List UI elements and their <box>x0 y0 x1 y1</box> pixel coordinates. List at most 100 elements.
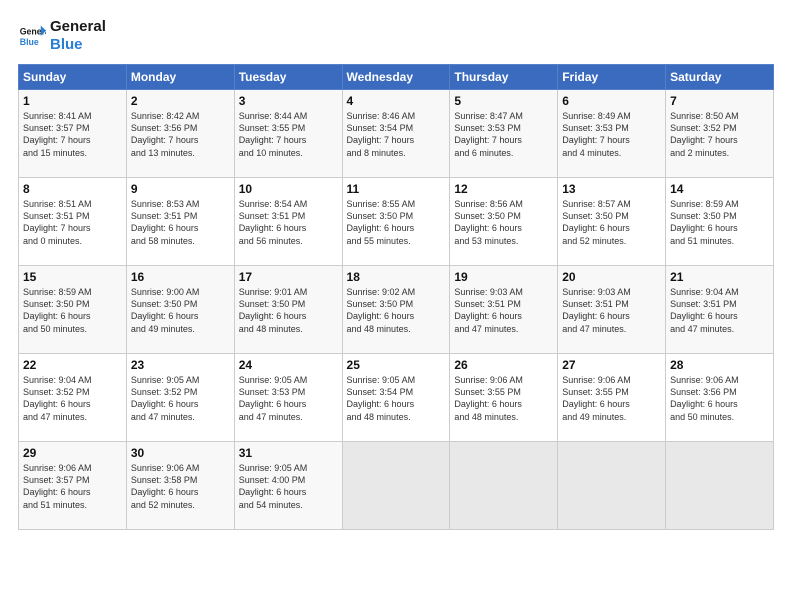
day-info: Sunrise: 8:50 AM Sunset: 3:52 PM Dayligh… <box>670 110 769 159</box>
calendar-cell: 16Sunrise: 9:00 AM Sunset: 3:50 PM Dayli… <box>126 266 234 354</box>
day-info: Sunrise: 9:05 AM Sunset: 4:00 PM Dayligh… <box>239 462 338 511</box>
day-info: Sunrise: 9:05 AM Sunset: 3:54 PM Dayligh… <box>347 374 446 423</box>
day-number: 11 <box>347 181 446 197</box>
calendar-cell: 19Sunrise: 9:03 AM Sunset: 3:51 PM Dayli… <box>450 266 558 354</box>
day-number: 7 <box>670 93 769 109</box>
day-info: Sunrise: 8:59 AM Sunset: 3:50 PM Dayligh… <box>23 286 122 335</box>
day-number: 10 <box>239 181 338 197</box>
day-info: Sunrise: 9:03 AM Sunset: 3:51 PM Dayligh… <box>454 286 553 335</box>
day-info: Sunrise: 8:47 AM Sunset: 3:53 PM Dayligh… <box>454 110 553 159</box>
day-info: Sunrise: 9:00 AM Sunset: 3:50 PM Dayligh… <box>131 286 230 335</box>
day-number: 12 <box>454 181 553 197</box>
day-info: Sunrise: 8:55 AM Sunset: 3:50 PM Dayligh… <box>347 198 446 247</box>
day-number: 20 <box>562 269 661 285</box>
day-number: 22 <box>23 357 122 373</box>
calendar-cell: 13Sunrise: 8:57 AM Sunset: 3:50 PM Dayli… <box>558 178 666 266</box>
calendar-cell: 24Sunrise: 9:05 AM Sunset: 3:53 PM Dayli… <box>234 354 342 442</box>
day-info: Sunrise: 8:57 AM Sunset: 3:50 PM Dayligh… <box>562 198 661 247</box>
calendar-cell: 25Sunrise: 9:05 AM Sunset: 3:54 PM Dayli… <box>342 354 450 442</box>
day-info: Sunrise: 9:04 AM Sunset: 3:51 PM Dayligh… <box>670 286 769 335</box>
calendar-cell: 30Sunrise: 9:06 AM Sunset: 3:58 PM Dayli… <box>126 442 234 530</box>
day-number: 16 <box>131 269 230 285</box>
calendar-cell: 18Sunrise: 9:02 AM Sunset: 3:50 PM Dayli… <box>342 266 450 354</box>
day-number: 17 <box>239 269 338 285</box>
day-info: Sunrise: 9:05 AM Sunset: 3:53 PM Dayligh… <box>239 374 338 423</box>
day-number: 28 <box>670 357 769 373</box>
day-number: 4 <box>347 93 446 109</box>
day-number: 26 <box>454 357 553 373</box>
day-number: 27 <box>562 357 661 373</box>
day-info: Sunrise: 8:59 AM Sunset: 3:50 PM Dayligh… <box>670 198 769 247</box>
day-info: Sunrise: 9:06 AM Sunset: 3:56 PM Dayligh… <box>670 374 769 423</box>
col-header-monday: Monday <box>126 65 234 90</box>
calendar-cell: 11Sunrise: 8:55 AM Sunset: 3:50 PM Dayli… <box>342 178 450 266</box>
calendar-cell: 4Sunrise: 8:46 AM Sunset: 3:54 PM Daylig… <box>342 90 450 178</box>
day-info: Sunrise: 8:41 AM Sunset: 3:57 PM Dayligh… <box>23 110 122 159</box>
day-info: Sunrise: 8:53 AM Sunset: 3:51 PM Dayligh… <box>131 198 230 247</box>
calendar-cell: 3Sunrise: 8:44 AM Sunset: 3:55 PM Daylig… <box>234 90 342 178</box>
calendar-cell: 21Sunrise: 9:04 AM Sunset: 3:51 PM Dayli… <box>666 266 774 354</box>
calendar-cell <box>450 442 558 530</box>
col-header-wednesday: Wednesday <box>342 65 450 90</box>
calendar-cell: 15Sunrise: 8:59 AM Sunset: 3:50 PM Dayli… <box>19 266 127 354</box>
day-info: Sunrise: 9:06 AM Sunset: 3:55 PM Dayligh… <box>454 374 553 423</box>
day-info: Sunrise: 9:03 AM Sunset: 3:51 PM Dayligh… <box>562 286 661 335</box>
calendar-cell: 9Sunrise: 8:53 AM Sunset: 3:51 PM Daylig… <box>126 178 234 266</box>
day-number: 25 <box>347 357 446 373</box>
day-number: 3 <box>239 93 338 109</box>
calendar-cell: 29Sunrise: 9:06 AM Sunset: 3:57 PM Dayli… <box>19 442 127 530</box>
day-info: Sunrise: 9:04 AM Sunset: 3:52 PM Dayligh… <box>23 374 122 423</box>
day-number: 13 <box>562 181 661 197</box>
day-number: 1 <box>23 93 122 109</box>
day-number: 23 <box>131 357 230 373</box>
logo-icon: General Blue <box>18 22 46 50</box>
day-info: Sunrise: 8:51 AM Sunset: 3:51 PM Dayligh… <box>23 198 122 247</box>
calendar-cell: 27Sunrise: 9:06 AM Sunset: 3:55 PM Dayli… <box>558 354 666 442</box>
day-info: Sunrise: 8:56 AM Sunset: 3:50 PM Dayligh… <box>454 198 553 247</box>
day-number: 31 <box>239 445 338 461</box>
calendar-cell <box>558 442 666 530</box>
calendar-table: SundayMondayTuesdayWednesdayThursdayFrid… <box>18 64 774 530</box>
day-number: 21 <box>670 269 769 285</box>
calendar-cell: 12Sunrise: 8:56 AM Sunset: 3:50 PM Dayli… <box>450 178 558 266</box>
day-info: Sunrise: 8:42 AM Sunset: 3:56 PM Dayligh… <box>131 110 230 159</box>
logo-text: GeneralBlue <box>50 18 106 54</box>
col-header-sunday: Sunday <box>19 65 127 90</box>
day-info: Sunrise: 8:49 AM Sunset: 3:53 PM Dayligh… <box>562 110 661 159</box>
col-header-friday: Friday <box>558 65 666 90</box>
day-info: Sunrise: 9:06 AM Sunset: 3:58 PM Dayligh… <box>131 462 230 511</box>
calendar-cell: 8Sunrise: 8:51 AM Sunset: 3:51 PM Daylig… <box>19 178 127 266</box>
day-info: Sunrise: 9:05 AM Sunset: 3:52 PM Dayligh… <box>131 374 230 423</box>
col-header-thursday: Thursday <box>450 65 558 90</box>
calendar-cell <box>342 442 450 530</box>
day-number: 30 <box>131 445 230 461</box>
calendar-cell: 10Sunrise: 8:54 AM Sunset: 3:51 PM Dayli… <box>234 178 342 266</box>
day-number: 6 <box>562 93 661 109</box>
day-info: Sunrise: 8:46 AM Sunset: 3:54 PM Dayligh… <box>347 110 446 159</box>
calendar-cell: 5Sunrise: 8:47 AM Sunset: 3:53 PM Daylig… <box>450 90 558 178</box>
day-number: 15 <box>23 269 122 285</box>
calendar-cell: 17Sunrise: 9:01 AM Sunset: 3:50 PM Dayli… <box>234 266 342 354</box>
col-header-saturday: Saturday <box>666 65 774 90</box>
calendar-cell: 14Sunrise: 8:59 AM Sunset: 3:50 PM Dayli… <box>666 178 774 266</box>
day-info: Sunrise: 8:44 AM Sunset: 3:55 PM Dayligh… <box>239 110 338 159</box>
day-info: Sunrise: 9:06 AM Sunset: 3:55 PM Dayligh… <box>562 374 661 423</box>
day-info: Sunrise: 9:01 AM Sunset: 3:50 PM Dayligh… <box>239 286 338 335</box>
svg-text:Blue: Blue <box>20 37 39 47</box>
calendar-cell: 22Sunrise: 9:04 AM Sunset: 3:52 PM Dayli… <box>19 354 127 442</box>
day-number: 14 <box>670 181 769 197</box>
day-number: 2 <box>131 93 230 109</box>
calendar-cell: 6Sunrise: 8:49 AM Sunset: 3:53 PM Daylig… <box>558 90 666 178</box>
calendar-cell: 23Sunrise: 9:05 AM Sunset: 3:52 PM Dayli… <box>126 354 234 442</box>
day-number: 9 <box>131 181 230 197</box>
day-info: Sunrise: 8:54 AM Sunset: 3:51 PM Dayligh… <box>239 198 338 247</box>
calendar-cell: 28Sunrise: 9:06 AM Sunset: 3:56 PM Dayli… <box>666 354 774 442</box>
day-info: Sunrise: 9:02 AM Sunset: 3:50 PM Dayligh… <box>347 286 446 335</box>
day-number: 18 <box>347 269 446 285</box>
calendar-cell: 2Sunrise: 8:42 AM Sunset: 3:56 PM Daylig… <box>126 90 234 178</box>
day-number: 24 <box>239 357 338 373</box>
day-number: 5 <box>454 93 553 109</box>
col-header-tuesday: Tuesday <box>234 65 342 90</box>
day-info: Sunrise: 9:06 AM Sunset: 3:57 PM Dayligh… <box>23 462 122 511</box>
logo: General Blue GeneralBlue <box>18 18 106 54</box>
